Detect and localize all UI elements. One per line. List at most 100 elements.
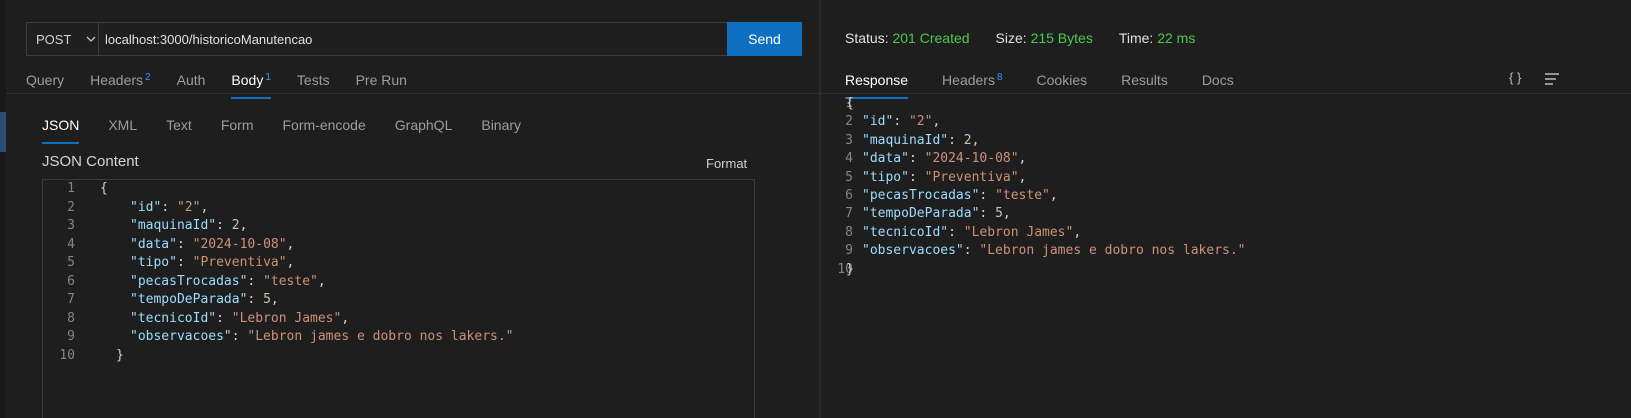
- body-tab-label: Text: [166, 117, 192, 133]
- code-line: 1{: [43, 180, 754, 198]
- open-brace: {: [100, 181, 108, 196]
- line-number: 8: [67, 310, 75, 326]
- line-number: 2: [67, 199, 75, 215]
- response-tab-label: Response: [845, 72, 909, 88]
- code-line: 3 "maquinaId": 2,: [43, 217, 754, 235]
- code-line: 5 "tipo": "Preventiva",: [43, 254, 754, 272]
- time-group: Time: 22 ms: [1119, 30, 1196, 46]
- body-tab-label: JSON: [42, 117, 80, 133]
- tab-pre-run[interactable]: Pre Run: [356, 67, 407, 99]
- json-comma: ,: [286, 255, 295, 270]
- body-tab-json[interactable]: JSON: [42, 112, 80, 144]
- status-value: 201 Created: [892, 30, 970, 46]
- body-tab-label: XML: [108, 117, 138, 133]
- code-text: }: [116, 347, 124, 365]
- json-body-editor[interactable]: 1{2 "id": "2", 3 "maquinaId": 2, 4 "data": "2…: [42, 179, 755, 418]
- json-key: "pecasTrocadas": [130, 273, 248, 289]
- open-brace: {: [846, 96, 854, 111]
- json-value: 2: [963, 132, 972, 148]
- json-comma: ,: [270, 292, 279, 307]
- json-comma: ,: [932, 114, 941, 130]
- json-value: 5: [263, 292, 271, 307]
- json-key: "tipo": [862, 169, 909, 185]
- json-key: "tempoDeParada": [130, 292, 248, 307]
- code-text: "maquinaId": 2,: [862, 132, 980, 148]
- json-comma: ,: [971, 132, 980, 148]
- json-key: "id": [130, 199, 162, 215]
- json-comma: ,: [317, 273, 326, 289]
- code-line: 7 "tempoDeParada": 5,: [43, 291, 754, 309]
- code-line: 3 "maquinaId": 2,: [821, 132, 1631, 150]
- code-text: {: [100, 180, 108, 198]
- json-key: "pecasTrocadas": [862, 188, 980, 203]
- code-line: 7 "tempoDeParada": 5,: [821, 205, 1631, 223]
- body-tab-label: GraphQL: [394, 117, 453, 133]
- url-bar: POST Send: [26, 22, 802, 56]
- line-number: 2: [845, 114, 853, 130]
- json-comma: ,: [1049, 188, 1058, 203]
- json-comma: ,: [1018, 151, 1027, 167]
- line-number: 7: [67, 292, 75, 307]
- close-brace: }: [116, 347, 124, 363]
- tab-label: Tests: [296, 72, 330, 88]
- json-value: "2": [176, 199, 201, 215]
- size-group: Size: 215 Bytes: [996, 30, 1093, 46]
- code-line: 10}: [821, 261, 1631, 279]
- body-tab-form-encode[interactable]: Form-encode: [283, 112, 366, 144]
- code-text: "tipo": "Preventiva",: [862, 169, 1027, 185]
- tab-label: Pre Run: [355, 72, 407, 88]
- json-key: "observacoes": [862, 243, 964, 259]
- json-key: "tempoDeParada": [862, 206, 980, 222]
- json-comma: ,: [286, 236, 295, 252]
- code-text: }: [846, 261, 854, 279]
- body-tab-text[interactable]: Text: [166, 112, 192, 144]
- body-tab-graphql[interactable]: GraphQL: [395, 112, 453, 144]
- body-tab-xml[interactable]: XML: [108, 112, 137, 144]
- line-number: 8: [845, 224, 853, 240]
- line-number: 5: [67, 255, 75, 270]
- format-button[interactable]: Format: [706, 156, 747, 171]
- code-line: 9 "observacoes": "Lebron james e dobro no…: [821, 242, 1631, 260]
- code-line: 8 "tecnicoId": "Lebron James",: [43, 310, 754, 328]
- tab-label: Body: [231, 72, 264, 88]
- body-tab-binary[interactable]: Binary: [481, 112, 521, 144]
- json-comma: ,: [200, 199, 209, 215]
- body-tab-form[interactable]: Form: [221, 112, 254, 144]
- code-text: {: [846, 95, 854, 113]
- body-type-tabs: JSON XML Text Form Form-encode GraphQL Binary: [42, 112, 550, 144]
- tab-query[interactable]: Query: [26, 67, 64, 99]
- url-input[interactable]: [99, 23, 727, 55]
- request-tabs-divider: [6, 93, 819, 94]
- tab-body[interactable]: Body 1: [231, 67, 272, 99]
- braces-icon[interactable]: { }: [1509, 70, 1521, 85]
- size-value: 215 Bytes: [1030, 30, 1093, 46]
- json-value: 5: [995, 206, 1003, 222]
- send-button[interactable]: Send: [727, 22, 802, 56]
- code-line: 6 "pecasTrocadas": "teste",: [43, 273, 754, 291]
- tab-auth[interactable]: Auth: [177, 67, 206, 99]
- time-label: Time:: [1118, 30, 1154, 46]
- line-number: 10: [59, 347, 75, 363]
- json-key: "tecnicoId": [862, 224, 949, 240]
- json-value: "Lebron James": [963, 224, 1074, 240]
- body-tab-label: Form: [220, 117, 254, 133]
- json-value: "2024-10-08": [924, 151, 1019, 167]
- code-line: 4 "data": "2024-10-08",: [43, 236, 754, 254]
- size-label: Size:: [995, 30, 1027, 46]
- body-tab-label: Form-encode: [282, 117, 366, 133]
- code-line: 10}: [43, 347, 754, 365]
- code-text: "tempoDeParada": 5,: [130, 292, 279, 307]
- word-wrap-icon[interactable]: [1544, 72, 1560, 86]
- json-value: 2: [231, 218, 240, 233]
- line-number: 9: [845, 243, 853, 259]
- code-text: "id": "2",: [862, 114, 941, 130]
- code-line: 2 "id": "2",: [821, 113, 1631, 131]
- json-key: "data": [130, 236, 177, 252]
- json-key: "maquinaId": [862, 132, 949, 148]
- method-select[interactable]: POST: [27, 23, 99, 55]
- tab-tests[interactable]: Tests: [297, 67, 330, 99]
- line-number: 3: [67, 218, 75, 233]
- json-value: "Lebron James": [231, 310, 342, 326]
- json-comma: ,: [1002, 206, 1011, 222]
- tab-headers[interactable]: Headers 2: [90, 67, 150, 99]
